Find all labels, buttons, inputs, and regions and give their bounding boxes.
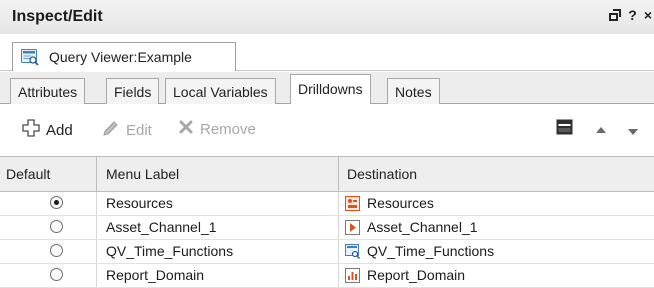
column-divider <box>338 216 339 239</box>
document-tab-label: Query Viewer:Example <box>49 49 192 65</box>
section-tab-bar: Attributes Fields Local Variables Drilld… <box>0 72 654 104</box>
remove-icon <box>178 119 194 139</box>
tab-fields[interactable]: Fields <box>106 78 160 104</box>
column-divider <box>96 216 97 239</box>
resources-icon <box>345 196 360 211</box>
menu-label-cell: QV_Time_Functions <box>106 243 234 259</box>
table-view-icon[interactable] <box>556 118 574 141</box>
document-tab-strip: Query Viewer:Example <box>0 34 654 72</box>
move-up-icon[interactable] <box>595 122 607 140</box>
table-row[interactable]: Report_Domain Report_Domain <box>0 264 654 288</box>
default-radio[interactable] <box>50 268 63 281</box>
destination-cell: Report_Domain <box>367 267 466 283</box>
column-divider <box>338 192 339 215</box>
close-icon[interactable]: × <box>644 7 652 23</box>
destination-cell: Asset_Channel_1 <box>367 219 478 235</box>
default-radio[interactable] <box>50 196 63 209</box>
column-divider <box>96 264 97 287</box>
tab-query-viewer-example[interactable]: Query Viewer:Example <box>12 42 236 71</box>
add-icon <box>22 119 40 141</box>
menu-label-cell: Report_Domain <box>106 267 205 283</box>
column-divider[interactable] <box>338 157 339 191</box>
table-row[interactable]: Asset_Channel_1 Asset_Channel_1 <box>0 216 654 240</box>
remove-label: Remove <box>200 120 256 138</box>
column-divider <box>96 240 97 263</box>
help-icon[interactable]: ? <box>628 7 637 23</box>
report-icon <box>345 268 360 283</box>
tab-attributes[interactable]: Attributes <box>10 78 86 104</box>
pencil-icon <box>102 119 120 141</box>
column-header-menu-label[interactable]: Menu Label <box>106 166 179 182</box>
tab-local-variables[interactable]: Local Variables <box>165 78 276 104</box>
remove-button[interactable]: Remove <box>178 119 256 139</box>
destination-cell: Resources <box>367 195 434 211</box>
destination-cell: QV_Time_Functions <box>367 243 495 259</box>
channel-icon <box>345 220 360 235</box>
column-header-default[interactable]: Default <box>6 166 50 182</box>
menu-label-cell: Resources <box>106 195 173 211</box>
panel-title: Inspect/Edit <box>12 8 103 25</box>
column-divider <box>96 192 97 215</box>
title-controls: ? × <box>609 7 652 23</box>
column-divider[interactable] <box>96 157 97 191</box>
title-bar: Inspect/Edit ? × <box>0 0 654 35</box>
table-row[interactable]: Resources Resources <box>0 192 654 216</box>
column-divider <box>338 240 339 263</box>
query-viewer-icon <box>345 244 361 260</box>
edit-button[interactable]: Edit <box>102 119 152 141</box>
query-viewer-icon <box>21 49 39 71</box>
add-label: Add <box>46 121 73 139</box>
table-header: Default Menu Label Destination <box>0 157 654 192</box>
edit-label: Edit <box>126 121 152 139</box>
add-button[interactable]: Add <box>22 119 73 141</box>
move-down-icon[interactable] <box>627 124 639 142</box>
drilldown-toolbar: Add Edit Remove <box>0 104 654 154</box>
default-radio[interactable] <box>50 244 63 257</box>
table-row[interactable]: QV_Time_Functions QV_Time_Functions <box>0 240 654 264</box>
window-restore-icon[interactable] <box>609 9 622 21</box>
tab-drilldowns[interactable]: Drilldowns <box>290 74 371 104</box>
column-divider <box>338 264 339 287</box>
default-radio[interactable] <box>50 220 63 233</box>
column-header-destination[interactable]: Destination <box>347 166 417 182</box>
menu-label-cell: Asset_Channel_1 <box>106 219 217 235</box>
drilldowns-table: Default Menu Label Destination Resources… <box>0 156 654 288</box>
tab-notes[interactable]: Notes <box>387 78 440 104</box>
inspect-edit-panel: Inspect/Edit ? × Query Viewer:Example At… <box>0 0 654 288</box>
